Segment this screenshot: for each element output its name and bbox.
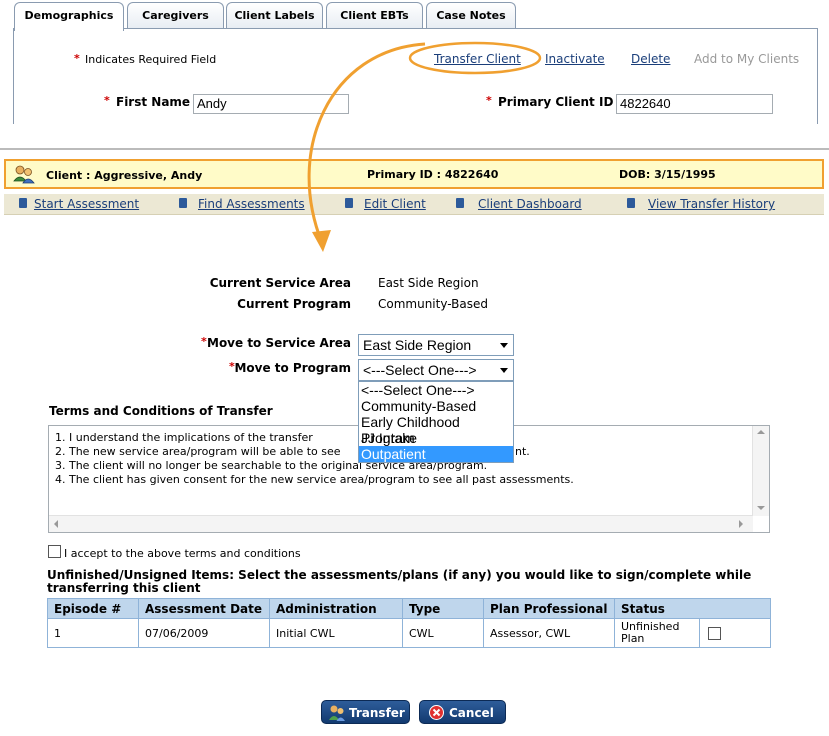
accept-terms-checkbox[interactable] — [48, 545, 61, 558]
scroll-up-icon[interactable] — [757, 430, 765, 434]
program-option-highlighted[interactable]: Outpatient — [359, 446, 513, 462]
type-cell: CWL — [402, 618, 484, 648]
terms-line: 1. I understand the implications of the … — [55, 431, 313, 444]
inactivate-link[interactable]: Inactivate — [545, 52, 605, 66]
current-program-label: Current Program — [237, 297, 351, 311]
column-header: Assessment Date — [138, 598, 270, 619]
cancel-button-label: Cancel — [449, 706, 494, 720]
move-to-service-area-label: Move to Service Area — [207, 336, 351, 350]
transfer-panel: Client : Aggressive, Andy Primary ID : 4… — [0, 148, 829, 736]
terms-vertical-scrollbar[interactable] — [752, 426, 769, 516]
program-option[interactable]: <---Select One---> — [359, 382, 513, 398]
administration-cell: Initial CWL — [269, 618, 403, 648]
client-header: Client : Aggressive, Andy Primary ID : 4… — [4, 159, 824, 189]
unfinished-items-title: Unfinished/Unsigned Items: Select the as… — [47, 568, 752, 595]
program-option[interactable]: Community-Based — [359, 398, 513, 414]
episode-cell: 1 — [47, 618, 139, 648]
add-to-my-clients-link: Add to My Clients — [694, 52, 800, 66]
table-header-row: Episode # Assessment Date Administration… — [47, 598, 771, 619]
current-program-value: Community-Based — [378, 297, 488, 311]
plan-professional-cell: Assessor, CWL — [483, 618, 615, 648]
current-service-area-value: East Side Region — [378, 276, 479, 290]
current-service-area-label: Current Service Area — [209, 276, 351, 290]
cancel-icon — [429, 705, 444, 720]
clients-icon — [13, 165, 35, 184]
primary-client-id-label: Primary Client ID — [498, 95, 614, 109]
column-header: Administration — [269, 598, 403, 619]
column-header: Status — [614, 598, 771, 619]
program-option[interactable]: JJ Intake — [359, 430, 513, 446]
primary-client-id-field[interactable]: 4822640 — [616, 94, 773, 114]
tab-demographics[interactable]: Demographics — [14, 2, 124, 31]
client-primary-id: Primary ID : 4822640 — [367, 168, 499, 181]
column-header: Type — [402, 598, 484, 619]
bullet-icon — [456, 198, 464, 208]
first-name-required-mark: * — [104, 94, 110, 107]
client-name: Client : Aggressive, Andy — [46, 169, 203, 182]
assessment-date-cell: 07/06/2009 — [138, 618, 270, 648]
tab-bar: Demographics Caregivers Client Labels Cl… — [0, 0, 829, 31]
first-name-field[interactable]: Andy — [193, 94, 349, 114]
start-assessment-link[interactable]: Start Assessment — [34, 197, 139, 211]
client-dob: DOB: 3/15/1995 — [619, 168, 716, 181]
column-header: Episode # — [47, 598, 139, 619]
move-to-program-select[interactable]: <---Select One---> — [358, 359, 514, 381]
client-action-bar: Start Assessment Find Assessments Edit C… — [4, 194, 824, 215]
required-field-note: Indicates Required Field — [85, 53, 217, 66]
scroll-down-icon[interactable] — [757, 506, 765, 510]
tab-client-ebts[interactable]: Client EBTs — [326, 2, 423, 28]
bullet-icon — [627, 198, 635, 208]
cancel-button[interactable]: Cancel — [419, 700, 506, 724]
accept-terms-label: I accept to the above terms and conditio… — [64, 547, 301, 560]
column-header: Plan Professional — [483, 598, 615, 619]
bullet-icon — [19, 198, 27, 208]
move-to-program-label: Move to Program — [234, 361, 351, 375]
delete-link[interactable]: Delete — [631, 52, 670, 66]
scroll-left-icon[interactable] — [54, 520, 58, 528]
move-to-service-area-select[interactable]: East Side Region — [358, 334, 514, 356]
table-row: 1 07/06/2009 Initial CWL CWL Assessor, C… — [47, 618, 771, 648]
program-option[interactable]: Early Childhood Program — [359, 414, 513, 446]
terms-horizontal-scrollbar[interactable] — [49, 515, 753, 532]
primary-id-required-mark: * — [486, 94, 492, 107]
terms-line-tail: nt. — [515, 445, 530, 458]
transfer-icon — [329, 705, 345, 721]
client-dashboard-link[interactable]: Client Dashboard — [478, 197, 582, 211]
required-asterisk: * — [74, 52, 80, 65]
select-cell — [699, 618, 771, 648]
edit-client-link[interactable]: Edit Client — [364, 197, 426, 211]
first-name-label: First Name — [116, 95, 191, 109]
unfinished-items-table: Episode # Assessment Date Administration… — [47, 598, 771, 648]
find-assessments-link[interactable]: Find Assessments — [198, 197, 305, 211]
bullet-icon — [345, 198, 353, 208]
terms-line: 2. The new service area/program will be … — [55, 445, 341, 458]
view-transfer-history-link[interactable]: View Transfer History — [648, 197, 775, 211]
scroll-right-icon[interactable] — [739, 520, 743, 528]
transfer-button[interactable]: Transfer — [321, 700, 410, 724]
tab-client-labels[interactable]: Client Labels — [226, 2, 323, 28]
program-dropdown-list: <---Select One---> Community-Based Early… — [358, 381, 514, 463]
terms-title: Terms and Conditions of Transfer — [49, 404, 273, 418]
chevron-down-icon — [500, 368, 508, 373]
move-to-program-value: <---Select One---> — [363, 362, 477, 378]
transfer-client-link[interactable]: Transfer Client — [434, 52, 521, 66]
transfer-button-label: Transfer — [349, 706, 405, 720]
tab-case-notes[interactable]: Case Notes — [426, 2, 516, 28]
row-select-checkbox[interactable] — [708, 626, 721, 640]
status-cell: Unfinished Plan — [614, 618, 700, 648]
terms-line: 4. The client has given consent for the … — [55, 473, 574, 486]
tab-caregivers[interactable]: Caregivers — [127, 2, 224, 28]
chevron-down-icon — [500, 343, 508, 348]
bullet-icon — [179, 198, 187, 208]
move-to-service-area-value: East Side Region — [363, 337, 472, 353]
